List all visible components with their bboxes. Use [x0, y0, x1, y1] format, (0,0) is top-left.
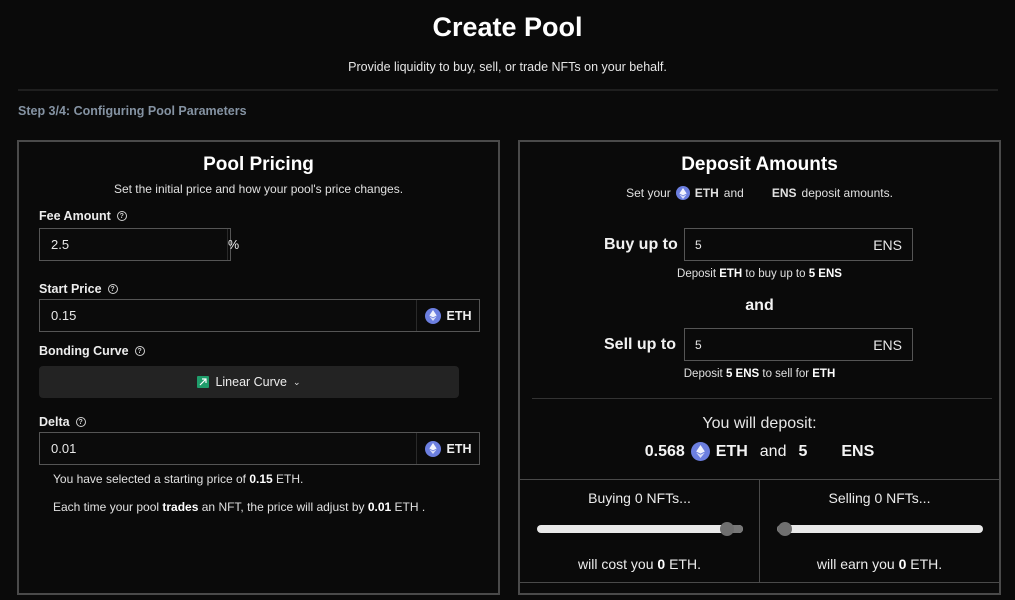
start-price-summary: You have selected a starting price of 0.…	[53, 472, 303, 486]
page-subtitle: Provide liquidity to buy, sell, or trade…	[348, 60, 667, 74]
deposit-total-label: You will deposit:	[702, 415, 817, 432]
deposit-total: 0.568 ETH and 5 ENS	[520, 442, 999, 461]
eth-icon	[690, 442, 710, 461]
sell-up-to-input[interactable]	[685, 337, 874, 352]
delta-label: Delta ?	[39, 415, 86, 429]
subtitle-text: deposit amounts.	[801, 186, 893, 200]
eth-unit: ETH	[446, 441, 472, 456]
summary-text: an NFT, the price will adjust by	[198, 500, 368, 514]
trade-simulation: Buying 0 NFTs... will cost you 0 ETH. Se…	[520, 479, 999, 583]
start-price-label: Start Price ?	[39, 282, 118, 296]
slider-thumb[interactable]	[778, 522, 793, 536]
bonding-curve-label-text: Bonding Curve	[39, 344, 129, 358]
slider-thumb[interactable]	[719, 522, 734, 536]
deposit-eth-amount: 0.568	[644, 442, 685, 460]
eth-unit: ETH	[446, 308, 472, 323]
deposit-amounts-subtitle: Set your ETH and ENS deposit amounts.	[520, 186, 999, 200]
bonding-curve-dropdown[interactable]: Linear Curve ⌄	[39, 366, 459, 398]
summary-text: ETH .	[391, 500, 426, 514]
buying-result: will cost you 0 ETH.	[520, 556, 759, 572]
hint-text: to sell for	[759, 368, 813, 380]
start-price-input[interactable]	[40, 300, 416, 331]
selling-result: will earn you 0 ETH.	[760, 556, 999, 572]
buy-up-to-field: ENS	[684, 228, 913, 261]
buying-slider[interactable]	[537, 522, 743, 536]
ens-unit: ENS	[873, 336, 902, 353]
start-price-label-text: Start Price	[39, 282, 102, 296]
and-separator: and	[745, 297, 774, 314]
eth-icon	[424, 307, 441, 324]
eth-suffix: ETH	[416, 300, 479, 331]
hint-text: to buy up to	[742, 268, 809, 280]
help-icon[interactable]: ?	[75, 417, 86, 427]
hint-amount: 5 ENS	[725, 368, 760, 380]
help-icon[interactable]: ?	[116, 211, 127, 221]
pool-pricing-panel: Pool Pricing Set the initial price and h…	[17, 140, 500, 595]
selling-slider[interactable]	[777, 522, 983, 536]
summary-text: Each time your pool	[53, 500, 163, 514]
ens-unit: ENS	[873, 236, 902, 253]
selling-simulation: Selling 0 NFTs... will earn you 0 ETH.	[759, 480, 999, 582]
bonding-curve-label: Bonding Curve ?	[39, 344, 145, 358]
deposit-eth-unit: ETH	[715, 442, 748, 460]
delta-summary: Each time your pool trades an NFT, the p…	[53, 500, 425, 514]
result-text: ETH.	[906, 556, 943, 572]
section-divider	[532, 398, 992, 399]
buy-up-to-label: Buy up to	[604, 236, 678, 253]
hint-eth: ETH	[719, 268, 743, 280]
buy-up-to-input[interactable]	[685, 237, 874, 252]
step-indicator: Step 3/4: Configuring Pool Parameters	[18, 104, 247, 118]
delta-field: ETH	[39, 432, 480, 465]
deposit-amounts-title: Deposit Amounts	[681, 154, 838, 175]
fee-amount-field: %	[39, 228, 239, 261]
percent-suffix: %	[227, 229, 239, 260]
help-icon[interactable]: ?	[134, 346, 145, 356]
selling-title: Selling 0 NFTs...	[828, 490, 931, 506]
linear-curve-icon	[197, 376, 210, 388]
subtitle-eth: ETH	[694, 186, 719, 200]
delta-input[interactable]	[40, 433, 416, 464]
subtitle-text: Set your	[626, 186, 671, 200]
sell-hint: Deposit 5 ENS to sell for ETH	[520, 368, 999, 380]
bonding-curve-value: Linear Curve	[215, 375, 288, 389]
start-price-field: ETH	[39, 299, 480, 332]
pool-pricing-title: Pool Pricing	[203, 154, 314, 175]
fee-amount-label-text: Fee Amount	[39, 209, 111, 223]
result-text: ETH.	[665, 556, 701, 572]
summary-delta: 0.01	[367, 500, 392, 514]
subtitle-text: and	[723, 186, 744, 200]
hint-eth: ETH	[812, 368, 836, 380]
summary-text: You have selected a starting price of	[53, 472, 250, 486]
summary-text: ETH.	[272, 472, 304, 486]
chevron-down-icon: ⌄	[293, 376, 301, 387]
hint-text: Deposit	[683, 368, 726, 380]
eth-suffix: ETH	[416, 433, 479, 464]
result-text: will cost you	[578, 556, 658, 572]
subtitle-ens: ENS	[771, 186, 797, 200]
hint-amount: 5 ENS	[808, 268, 842, 280]
header-divider	[18, 89, 998, 91]
summary-start-price: 0.15	[249, 472, 273, 486]
buying-title: Buying 0 NFTs...	[588, 490, 691, 506]
deposit-ens-amount: 5	[798, 442, 808, 460]
buy-hint: Deposit ETH to buy up to 5 ENS	[520, 268, 999, 280]
delta-label-text: Delta	[39, 415, 70, 429]
buying-simulation: Buying 0 NFTs... will cost you 0 ETH.	[520, 480, 759, 582]
fee-amount-label: Fee Amount ?	[39, 209, 127, 223]
help-icon[interactable]: ?	[107, 284, 118, 294]
deposit-amounts-panel: Deposit Amounts Set your ETH and ENS dep…	[518, 140, 1001, 595]
eth-icon	[675, 186, 690, 200]
result-text: will earn you	[816, 556, 899, 572]
eth-icon	[424, 440, 441, 457]
deposit-ens-unit: ENS	[841, 442, 875, 460]
sell-up-to-label: Sell up to	[604, 336, 676, 353]
page-title: Create Pool	[432, 12, 583, 42]
summary-trades: trades	[162, 500, 199, 514]
hint-text: Deposit	[677, 268, 720, 280]
sell-up-to-field: ENS	[684, 328, 913, 361]
deposit-and: and	[759, 442, 787, 460]
fee-amount-input[interactable]	[40, 229, 227, 260]
pool-pricing-subtitle: Set the initial price and how your pool'…	[113, 182, 404, 196]
